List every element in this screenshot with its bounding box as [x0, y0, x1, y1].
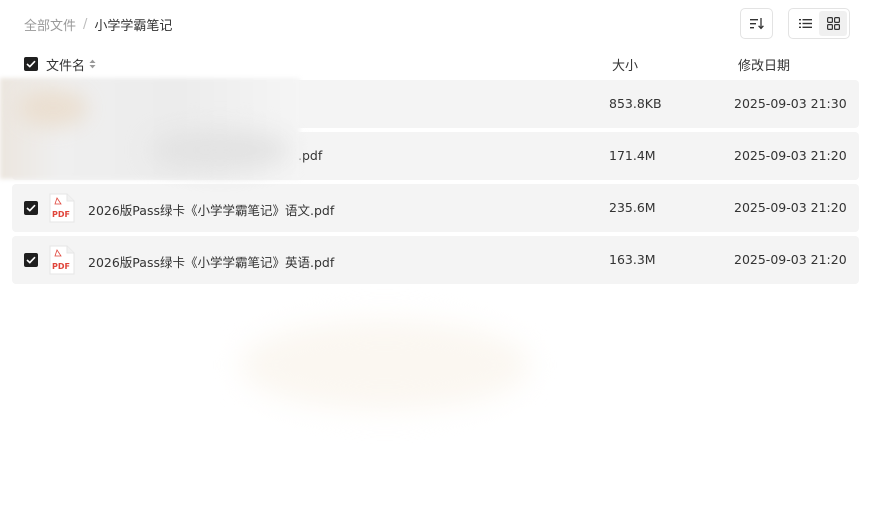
sort-icon [749, 17, 764, 29]
column-name: 文件名 [24, 55, 96, 74]
blurred-overlay-highlight [18, 88, 88, 128]
row-checkbox[interactable] [24, 201, 38, 215]
file-row[interactable]: PDF 2026版Pass绿卡《小学学霸笔记》语文.pdf 235.6M 202… [12, 184, 859, 232]
column-date-label[interactable]: 修改日期 [738, 55, 790, 74]
breadcrumb-root-link[interactable]: 全部文件 [24, 15, 76, 34]
file-date: 2025-09-03 21:20 [734, 200, 847, 215]
list-view-icon [798, 19, 812, 28]
check-icon [26, 204, 36, 212]
file-row[interactable]: PDF 2026版Pass绿卡《小学学霸笔记》英语.pdf 163.3M 202… [12, 236, 859, 284]
grid-view-button[interactable] [819, 11, 847, 36]
sort-caret-icon[interactable] [89, 59, 96, 69]
row-checkbox[interactable] [24, 253, 38, 267]
blurred-overlay-shadow [150, 130, 290, 170]
grid-view-icon [826, 17, 840, 30]
svg-text:PDF: PDF [52, 262, 70, 271]
list-view-button[interactable] [791, 11, 819, 36]
file-name[interactable]: 2026版Pass绿卡《小学学霸笔记》语文.pdf [88, 200, 334, 219]
select-all-checkbox[interactable] [24, 57, 38, 71]
file-date: 2025-09-03 21:30 [734, 96, 847, 111]
sort-button[interactable] [740, 8, 773, 39]
background-glow [240, 320, 530, 410]
view-toggle [788, 8, 850, 39]
file-name[interactable]: 2026版Pass绿卡《小学学霸笔记》英语.pdf [88, 252, 334, 271]
column-size-label[interactable]: 大小 [612, 55, 638, 74]
file-size: 853.8KB [609, 96, 662, 111]
pdf-file-icon: PDF [49, 193, 75, 226]
svg-text:PDF: PDF [52, 210, 70, 219]
column-name-label[interactable]: 文件名 [46, 55, 85, 74]
breadcrumb-separator: / [83, 16, 88, 32]
file-date: 2025-09-03 21:20 [734, 148, 847, 163]
file-list-header: 文件名 大小 修改日期 [24, 54, 854, 74]
breadcrumb-current: 小学学霸笔记 [94, 18, 173, 34]
file-size: 163.3M [609, 252, 656, 267]
breadcrumb: 全部文件 / 小学学霸笔记 [24, 14, 172, 34]
file-size: 235.6M [609, 200, 656, 215]
pdf-file-icon: PDF [49, 245, 75, 278]
check-icon [26, 256, 36, 264]
file-name[interactable]: .pdf [298, 148, 322, 163]
file-size: 171.4M [609, 148, 656, 163]
file-date: 2025-09-03 21:20 [734, 252, 847, 267]
check-icon [26, 60, 36, 68]
